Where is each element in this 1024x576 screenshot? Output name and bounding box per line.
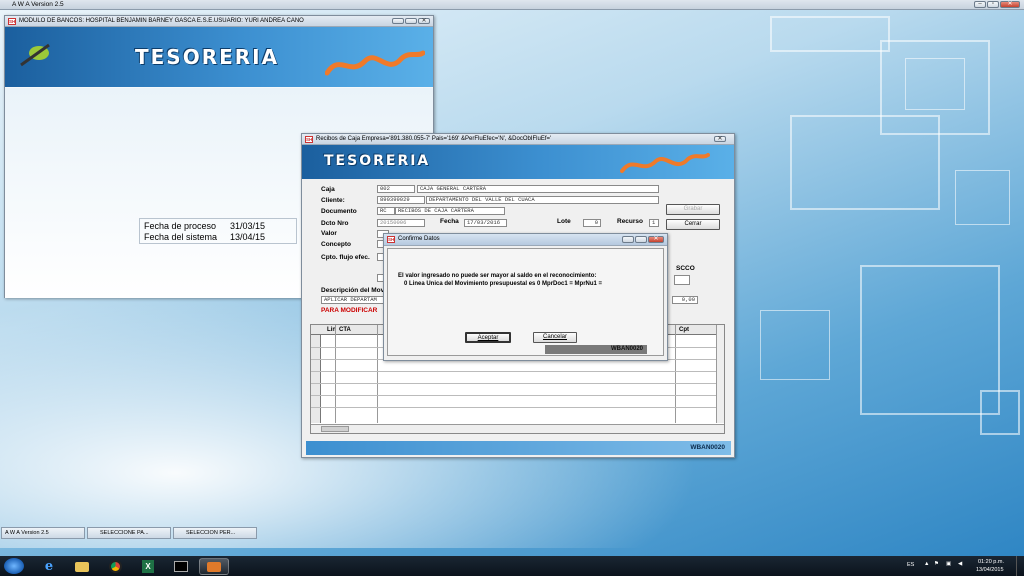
dialog-close-button[interactable]: ✕ [648,236,664,243]
start-button[interactable] [4,558,24,574]
grid-scroll-thumb[interactable] [321,426,349,432]
para-modificar-text: PARA MODIFICAR [321,307,378,314]
minimized-task-label: SELECCION PER... [186,530,236,536]
fecha-field[interactable]: 17/03/2016 [464,219,507,227]
cliente-label: Cliente: [321,197,345,204]
app-close-button[interactable]: ✕ [1000,1,1020,8]
volume-icon[interactable]: ◀ [958,561,962,567]
main-window-title: MODULO DE BANCOS: HOSPITAL BENJAMIN BARN… [19,18,304,24]
grid-header-cpt: Cpt [679,327,689,333]
main-close-button[interactable]: ✕ [418,18,430,24]
aceptar-button[interactable]: Aceptar [465,332,511,343]
fecha-sistema-value: 13/04/15 [230,232,266,242]
dcto-label: Dcto Nro [321,220,349,227]
main-window-titlebar: SH MODULO DE BANCOS: HOSPITAL BENJAMIN B… [5,16,433,27]
tesoreria-logo-icon [20,43,50,67]
dialog-title: Confirme Datos [398,236,440,242]
minimized-tasks: A W A Version 2.5 SELECCIONE PA... SELEC… [0,527,1024,540]
grid-header-cta: CTA [339,327,351,333]
caja-code-field[interactable]: 002 [377,185,415,193]
recibos-close-button[interactable]: ✕ [714,136,726,142]
caja-name-field: CAJA GENERAL CARTERA [417,185,659,193]
excel-icon[interactable]: X [133,558,163,575]
file-explorer-icon[interactable] [67,558,97,575]
grid-horizontal-scrollbar[interactable] [311,424,724,433]
app-icon: SH [305,136,313,143]
app-icon: SH [387,236,395,243]
fecha-proceso-value: 31/03/15 [230,221,266,231]
app-maximize-button[interactable]: ▫ [987,1,999,8]
app-icon: SH [8,18,16,25]
minimized-task-seleccione[interactable]: SELECCIONE PA... [87,527,171,539]
command-prompt-icon[interactable] [166,558,196,575]
documento-code-field[interactable]: RC [377,207,395,215]
cancelar-button[interactable]: Cancelar [533,332,577,343]
action-center-icon[interactable]: ⚑ [934,561,939,567]
internet-explorer-icon[interactable]: e [34,558,64,575]
cliente-name-field: DEPARTAMENTO DEL VALLE DEL CUACA [426,196,659,204]
lote-label: Lote [557,218,571,225]
dialog-maximize-button[interactable] [635,236,647,243]
dcto-field[interactable]: 20150006 [377,219,425,227]
minimized-task-label: SELECCIONE PA... [100,530,149,536]
dialog-minimize-button[interactable] [622,236,634,243]
cpto-flujo-label: Cpto. flujo efec. [321,254,370,261]
dialog-titlebar: SH Confirme Datos ✕ [384,234,667,246]
tesoreria-logo-text: TESORERIA [135,45,280,69]
grid-vertical-scrollbar[interactable] [716,325,724,423]
documento-name-field: RECIBOS DE CAJA CARTERA [395,207,505,215]
caja-label: Caja [321,186,335,193]
concepto-label: Concepto [321,241,351,248]
wave-logo-icon [325,50,425,76]
network-icon[interactable]: ▣ [946,561,951,567]
main-banner: TESORERIA [5,27,433,87]
windows-taskbar: e X ES ▲ ⚑ ▣ ◀ 01:20 p.m. 13/04/2015 [0,556,1024,576]
recibos-status-code: WBAN0020 [690,444,725,451]
valor-label: Valor [321,230,337,237]
recibos-window-title: Recibos de Caja Empresa='891.380.055-7' … [316,136,552,142]
grabar-button[interactable]: Grabar [666,204,720,215]
confirm-dialog: SH Confirme Datos ✕ El valor ingresado n… [383,233,668,361]
dialog-body: El valor ingresado no puede ser mayor al… [387,248,664,356]
minimized-task-awa[interactable]: A W A Version 2.5 [1,527,85,539]
fecha-proceso-label: Fecha de proceso [144,221,217,231]
app-titlebar: A W A Version 2.5 – ▫ ✕ [0,0,1024,10]
app-minimize-button[interactable]: – [974,1,986,8]
awa-app-taskbar-icon[interactable] [199,558,229,575]
language-indicator[interactable]: ES [907,562,914,568]
chrome-icon[interactable] [100,558,130,575]
main-minimize-button[interactable] [392,18,404,24]
tray-arrow-icon[interactable]: ▲ [924,561,929,567]
descripcion-label: Descripción del Mov [321,287,385,294]
recurso-field[interactable]: 1 [649,219,659,227]
recibos-window-titlebar: SH Recibos de Caja Empresa='891.380.055-… [302,134,734,145]
fecha-sistema-label: Fecha del sistema [144,232,218,242]
recibos-logo-text: TESORERIA [324,153,431,169]
cliente-code-field[interactable]: 890399029 [377,196,425,204]
dialog-message-line2: 0 Linea Unica del Movimiento presupuesta… [404,281,603,287]
clock-time[interactable]: 01:20 p.m. [978,559,1004,565]
dialog-status-bar: WBAN0020 [545,345,647,354]
dates-box: Fecha de proceso 31/03/15 Fecha del sist… [139,218,297,244]
dialog-message-line1: El valor ingresado no puede ser mayor al… [398,273,597,279]
fecha-label: Fecha [440,218,459,225]
descripcion-field[interactable]: APLICAR DEPARTAM [321,296,387,304]
wave-logo-icon [620,153,710,173]
recibos-banner: TESORERIA [302,145,734,179]
dialog-status-code: WBAN0020 [610,346,643,352]
clock-date[interactable]: 13/04/2015 [976,567,1004,573]
main-maximize-button[interactable] [405,18,417,24]
scco-field[interactable] [674,275,690,285]
cerrar-button[interactable]: Cerrar [666,219,720,230]
scco-label: SCCO [676,265,695,272]
lote-field[interactable]: 0 [583,219,601,227]
recurso-label: Recurso [617,218,644,225]
amount-field: 0,00 [672,296,698,304]
recibos-status-bar: WBAN0020 [306,441,731,455]
minimized-task-seleccion[interactable]: SELECCION PER... [173,527,257,539]
app-title: A W A Version 2.5 [12,1,64,8]
show-desktop-button[interactable] [1016,556,1024,576]
documento-label: Documento [321,208,357,215]
